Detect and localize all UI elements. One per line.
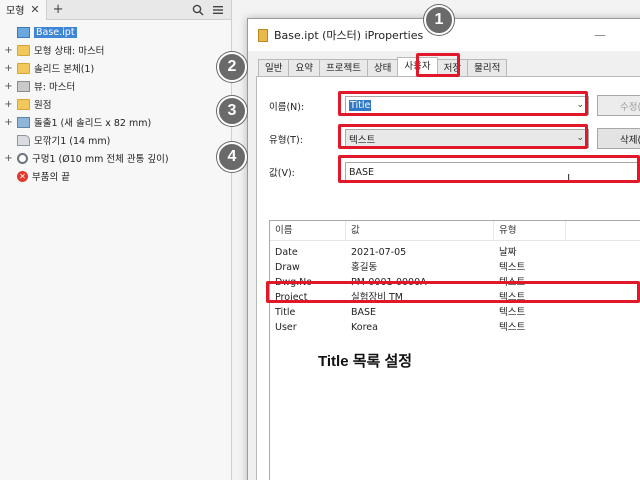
tree-node-label: Base.ipt — [34, 26, 77, 38]
row-name: Date — [275, 247, 298, 258]
close-icon[interactable]: ✕ — [30, 3, 39, 16]
tab-project[interactable]: 프로젝트 — [318, 59, 368, 77]
table-row[interactable]: Date 2021-07-05 날짜 — [270, 245, 640, 260]
table-row-selected[interactable]: Title BASE 텍스트 — [270, 305, 640, 320]
column-header-name[interactable]: 이름 — [270, 221, 346, 240]
tab-status[interactable]: 상태 — [366, 59, 399, 77]
tree-node-label: 구멍1 (Ø10 mm 전체 관통 깊이) — [32, 154, 169, 165]
tree-node-root[interactable]: Base.ipt — [4, 23, 231, 41]
expand-icon[interactable]: + — [4, 63, 13, 74]
tab-summary[interactable]: 요약 — [288, 59, 320, 77]
delete-button-label: 삭제( — [620, 134, 640, 146]
tree-node-solid-bodies[interactable]: + 솔리드 본체(1) — [4, 59, 231, 77]
column-header-type[interactable]: 유형 — [494, 221, 566, 240]
tree-node-label: 돌출1 (새 솔리드 x 82 mm) — [34, 118, 152, 129]
search-icon[interactable] — [191, 3, 205, 17]
minimize-icon[interactable]: — — [594, 28, 606, 42]
row-type: 텍스트 — [499, 322, 526, 333]
table-row[interactable]: User Korea 텍스트 — [270, 320, 640, 335]
row-value: 홍길동 — [351, 262, 378, 273]
row-type: 텍스트 — [499, 307, 526, 318]
row-value: Korea — [351, 322, 378, 333]
tab-model[interactable]: 모형 ✕ — [0, 0, 47, 20]
expand-icon[interactable]: + — [4, 81, 13, 92]
tree-node-origin[interactable]: + 원점 — [4, 95, 231, 113]
tree-node-extrude[interactable]: + 돌출1 (새 솔리드 x 82 mm) — [4, 113, 231, 131]
tree-node-end-of-part[interactable]: ✕ 부품의 끝 — [4, 167, 231, 185]
tree-node-label: 솔리드 본체(1) — [34, 64, 95, 75]
highlight-type-combobox — [338, 124, 588, 149]
list-header: 이름 값 유형 — [270, 221, 640, 241]
tab-model-label: 모형 — [6, 6, 25, 17]
tree-node-label: 모깎기1 (14 mm) — [34, 136, 111, 147]
highlight-value-input — [338, 155, 640, 183]
tree-node-hole[interactable]: + 구멍1 (Ø10 mm 전체 관통 깊이) — [4, 149, 231, 167]
step-badge-3: 3 — [217, 96, 247, 126]
step-badge-2: 2 — [217, 52, 247, 82]
tree-node-fillet[interactable]: 모깎기1 (14 mm) — [4, 131, 231, 149]
end-of-part-icon: ✕ — [17, 170, 28, 182]
tree-node-label: 뷰: 마스터 — [34, 82, 76, 93]
browser-tab-bar: 모형 ✕ + — [0, 0, 231, 20]
tab-general[interactable]: 일반 — [258, 59, 290, 77]
folder-icon — [17, 62, 30, 74]
value-label: 값(V): — [269, 168, 295, 179]
iproperties-dialog: Base.ipt (마스터) iProperties — 일반 요약 프로젝트 … — [247, 18, 640, 480]
type-label: 유형(T): — [269, 135, 303, 146]
menu-icon[interactable] — [211, 3, 225, 17]
hole-icon — [17, 152, 28, 164]
add-tab-icon[interactable]: + — [53, 2, 64, 17]
expand-icon[interactable]: + — [4, 153, 13, 164]
tab-physical[interactable]: 물리적 — [467, 59, 508, 77]
tree-node-label: 부품의 끝 — [32, 172, 70, 183]
table-row[interactable]: Draw 홍길동 텍스트 — [270, 260, 640, 275]
properties-tabs: 일반 요약 프로젝트 상태 사용자 저장 물리적 — [258, 57, 508, 77]
row-type: 날짜 — [499, 247, 517, 258]
row-value: 2021-07-05 — [351, 247, 407, 258]
row-name: Title — [275, 307, 296, 318]
folder-icon — [17, 98, 30, 110]
model-browser: 모형 ✕ + Base.ipt + 모형 상태: 마스터 + 솔리드 본체(1)… — [0, 0, 232, 480]
folder-icon — [17, 44, 30, 56]
highlight-title-row — [266, 281, 640, 303]
highlight-custom-tab — [416, 53, 460, 77]
row-name: Draw — [275, 262, 300, 273]
expand-icon[interactable]: + — [4, 45, 13, 56]
modify-button-label: 수정( — [620, 101, 640, 113]
row-type: 텍스트 — [499, 262, 526, 273]
view-icon — [17, 80, 30, 92]
fillet-icon — [17, 134, 30, 146]
expand-icon[interactable]: + — [4, 99, 13, 110]
expand-icon[interactable]: + — [4, 117, 13, 128]
tree-node-model-state[interactable]: + 모형 상태: 마스터 — [4, 41, 231, 59]
model-tree: Base.ipt + 모형 상태: 마스터 + 솔리드 본체(1) + 뷰: 마… — [0, 20, 231, 185]
document-icon — [258, 28, 268, 42]
tree-node-view[interactable]: + 뷰: 마스터 — [4, 77, 231, 95]
part-icon — [17, 26, 30, 38]
column-header-value[interactable]: 값 — [346, 221, 494, 240]
instruction-caption: Title 목록 설정 — [318, 353, 413, 370]
dialog-title: Base.ipt (마스터) iProperties — [274, 29, 424, 42]
highlight-name-combobox — [338, 91, 588, 116]
tree-node-label: 원점 — [34, 100, 52, 111]
extrude-icon — [17, 116, 30, 128]
row-name: User — [275, 322, 297, 333]
row-value: BASE — [351, 307, 377, 318]
name-label: 이름(N): — [269, 102, 305, 113]
delete-button[interactable]: 삭제( — [597, 128, 640, 149]
modify-button[interactable]: 수정( — [597, 95, 640, 116]
step-badge-4: 4 — [217, 142, 247, 172]
step-badge-1: 1 — [424, 5, 454, 35]
tree-node-label: 모형 상태: 마스터 — [34, 46, 105, 57]
